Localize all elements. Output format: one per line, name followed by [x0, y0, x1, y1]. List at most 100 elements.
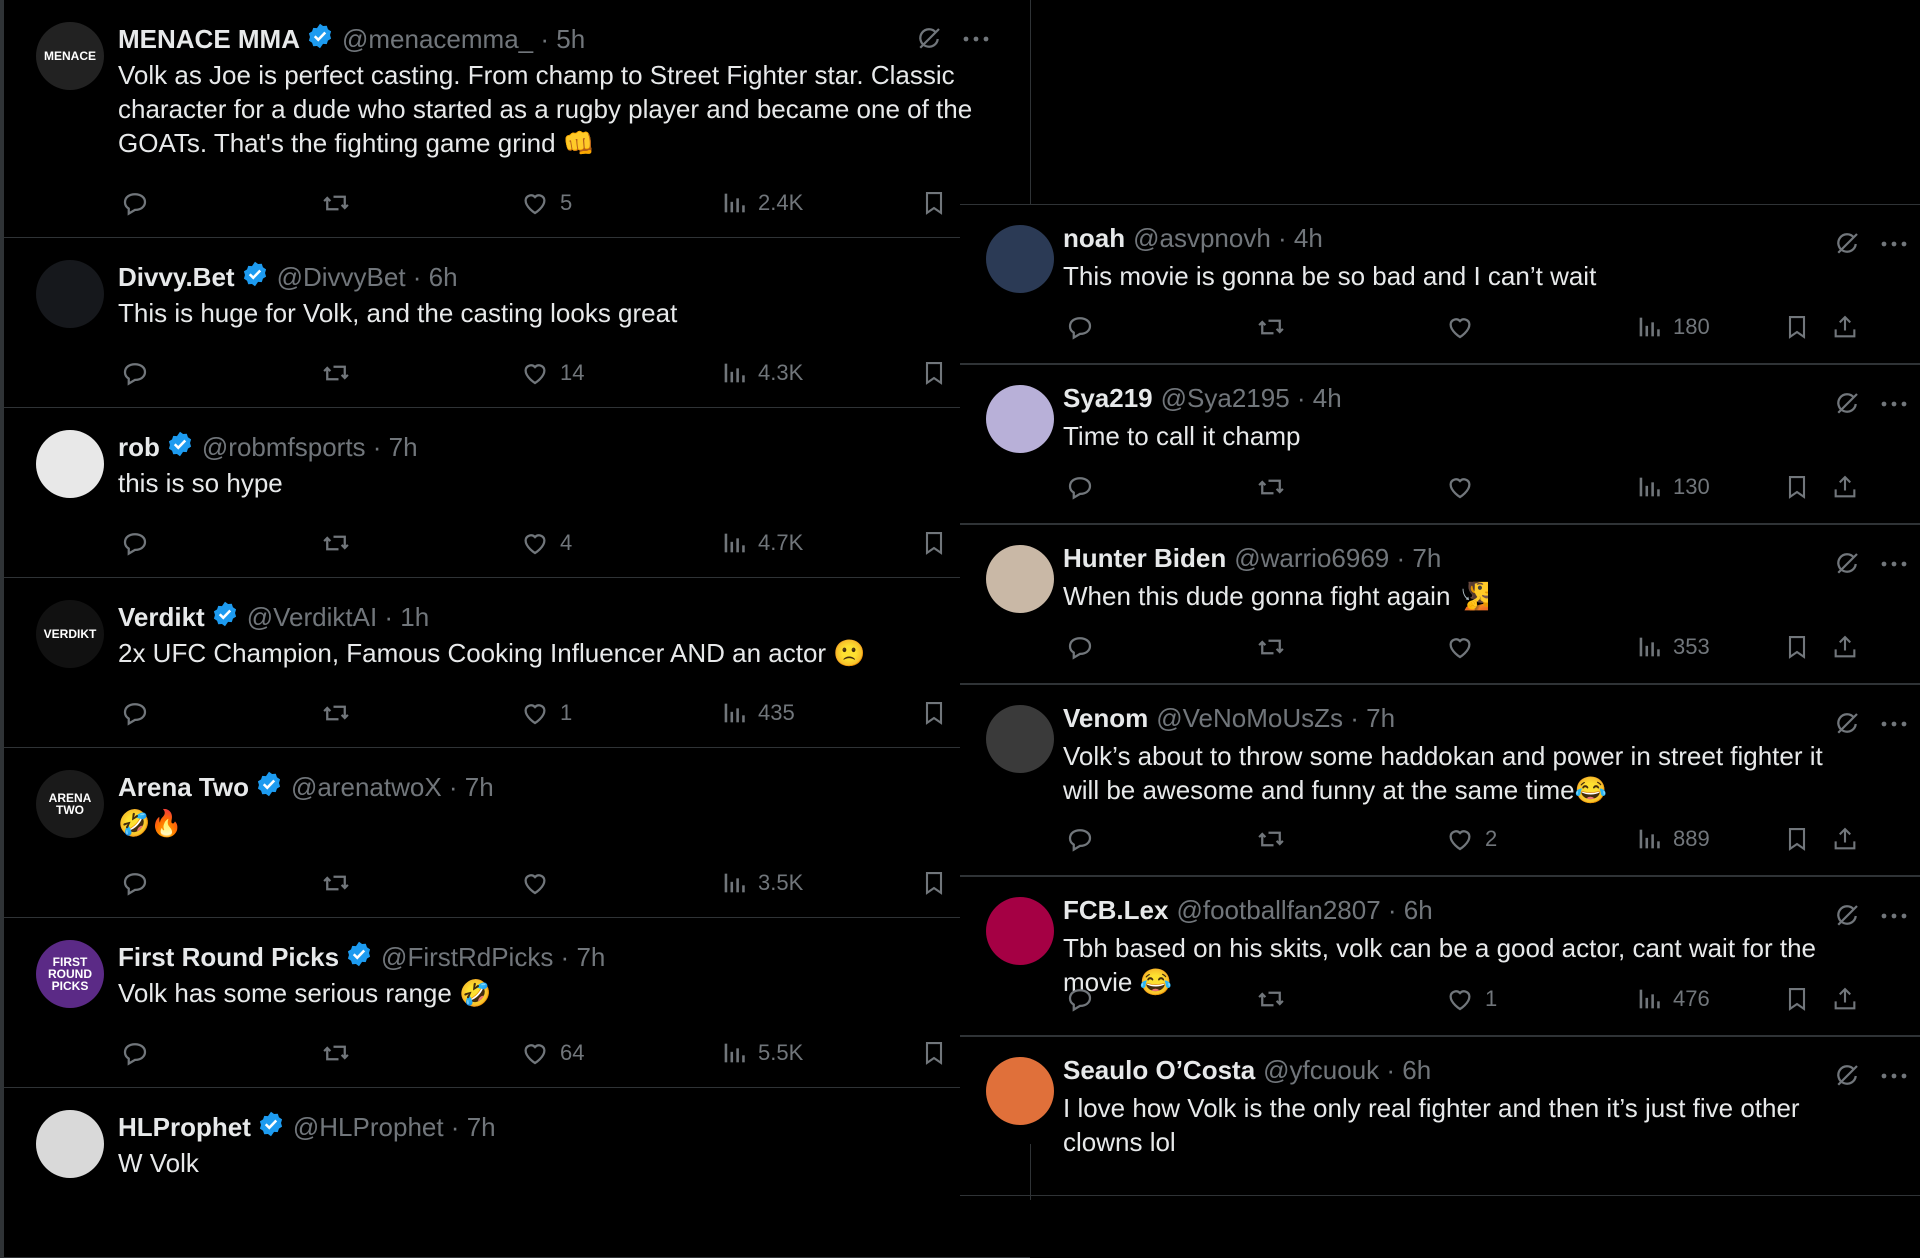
avatar[interactable] — [36, 260, 104, 328]
display-name[interactable]: FCB.Lex — [1063, 895, 1168, 926]
tweet[interactable]: Venom @VeNoMoUsZs · 7h Volk’s about to thr… — [960, 684, 1920, 876]
display-name[interactable]: MENACE MMA — [118, 24, 300, 55]
like-button[interactable]: 5 — [520, 185, 572, 221]
retweet-button[interactable] — [1255, 821, 1287, 857]
tweet[interactable]: FCB.Lex @footballfan2807 · 6h Tbh based on… — [960, 876, 1920, 1036]
share-button[interactable] — [1831, 981, 1859, 1017]
avatar[interactable]: FIRST ROUND PICKS — [36, 940, 104, 1008]
more-options-icon[interactable] — [962, 35, 990, 43]
grok-icon[interactable] — [1832, 229, 1862, 259]
more-options-icon[interactable] — [1880, 240, 1908, 248]
handle-and-time[interactable]: @VeNoMoUsZs · 7h — [1156, 703, 1395, 734]
display-name[interactable]: rob — [118, 432, 160, 463]
bookmark-button[interactable] — [920, 525, 948, 561]
tweet[interactable]: VERDIKT Verdikt @VerdiktAI · 1h 2x UFC Cham… — [0, 578, 1030, 748]
grok-icon[interactable] — [914, 24, 944, 54]
avatar[interactable]: ARENA TWO — [36, 770, 104, 838]
display-name[interactable]: Verdikt — [118, 602, 205, 633]
handle-and-time[interactable]: @HLProphet · 7h — [293, 1112, 496, 1143]
retweet-button[interactable] — [320, 525, 352, 561]
display-name[interactable]: noah — [1063, 223, 1125, 254]
retweet-button[interactable] — [1255, 309, 1287, 345]
avatar[interactable] — [36, 1110, 104, 1178]
grok-icon[interactable] — [1832, 389, 1862, 419]
tweet[interactable]: Divvy.Bet @DivvyBet · 6h This is huge for … — [0, 238, 1030, 408]
bookmark-button[interactable] — [920, 185, 948, 221]
handle-and-time[interactable]: @asvpnovh · 4h — [1133, 223, 1323, 254]
reply-button[interactable] — [1065, 309, 1095, 345]
bookmark-button[interactable] — [1783, 469, 1811, 505]
retweet-button[interactable] — [1255, 469, 1287, 505]
tweet[interactable]: noah @asvpnovh · 4h This movie is gonna be… — [960, 204, 1920, 364]
handle-and-time[interactable]: @Sya2195 · 4h — [1161, 383, 1342, 414]
bookmark-button[interactable] — [920, 865, 948, 901]
tweet[interactable]: Sya219 @Sya2195 · 4h Time to call it champ… — [960, 364, 1920, 524]
handle-and-time[interactable]: @menacemma_ · 5h — [342, 24, 585, 55]
avatar[interactable] — [986, 897, 1054, 965]
retweet-button[interactable] — [320, 865, 352, 901]
handle-and-time[interactable]: @footballfan2807 · 6h — [1176, 895, 1432, 926]
like-button[interactable] — [1445, 629, 1475, 665]
reply-button[interactable] — [1065, 981, 1095, 1017]
avatar[interactable] — [986, 545, 1054, 613]
tweet[interactable]: MENACE MENACE MMA @menacemma_ · 5h Volk as … — [0, 0, 1030, 238]
grok-icon[interactable] — [1832, 901, 1862, 931]
tweet[interactable]: FIRST ROUND PICKS First Round Picks @First… — [0, 918, 1030, 1088]
views-button[interactable]: 3.5K — [720, 865, 803, 901]
like-button[interactable]: 1 — [1445, 981, 1497, 1017]
reply-button[interactable] — [120, 695, 150, 731]
avatar[interactable] — [986, 705, 1054, 773]
avatar[interactable] — [986, 225, 1054, 293]
display-name[interactable]: HLProphet — [118, 1112, 251, 1143]
more-options-icon[interactable] — [1880, 400, 1908, 408]
handle-and-time[interactable]: @robmfsports · 7h — [202, 432, 418, 463]
retweet-button[interactable] — [1255, 981, 1287, 1017]
handle-and-time[interactable]: @VerdiktAI · 1h — [247, 602, 429, 633]
retweet-button[interactable] — [320, 695, 352, 731]
tweet[interactable]: rob @robmfsports · 7h this is so hype 4 4.7K — [0, 408, 1030, 578]
bookmark-button[interactable] — [1783, 309, 1811, 345]
tweet[interactable]: HLProphet @HLProphet · 7h W Volk — [0, 1088, 1030, 1258]
tweet[interactable]: Seaulo O’Costa @yfcuouk · 6h I love how Vo… — [960, 1036, 1920, 1196]
bookmark-button[interactable] — [1783, 629, 1811, 665]
reply-button[interactable] — [120, 525, 150, 561]
retweet-button[interactable] — [320, 185, 352, 221]
avatar[interactable] — [986, 385, 1054, 453]
reply-button[interactable] — [1065, 629, 1095, 665]
reply-button[interactable] — [120, 865, 150, 901]
reply-button[interactable] — [120, 355, 150, 391]
like-button[interactable]: 14 — [520, 355, 584, 391]
views-button[interactable]: 130 — [1635, 469, 1710, 505]
views-button[interactable]: 435 — [720, 695, 795, 731]
display-name[interactable]: Hunter Biden — [1063, 543, 1226, 574]
share-button[interactable] — [1831, 629, 1859, 665]
views-button[interactable]: 4.7K — [720, 525, 803, 561]
reply-button[interactable] — [120, 1035, 150, 1071]
avatar[interactable]: VERDIKT — [36, 600, 104, 668]
handle-and-time[interactable]: @DivvyBet · 6h — [277, 262, 458, 293]
share-button[interactable] — [1831, 821, 1859, 857]
like-button[interactable]: 1 — [520, 695, 572, 731]
more-options-icon[interactable] — [1880, 912, 1908, 920]
display-name[interactable]: First Round Picks — [118, 942, 339, 973]
views-button[interactable]: 2.4K — [720, 185, 803, 221]
retweet-button[interactable] — [320, 355, 352, 391]
handle-and-time[interactable]: @yfcuouk · 6h — [1263, 1055, 1431, 1086]
retweet-button[interactable] — [1255, 629, 1287, 665]
more-options-icon[interactable] — [1880, 720, 1908, 728]
views-button[interactable]: 889 — [1635, 821, 1710, 857]
bookmark-button[interactable] — [1783, 821, 1811, 857]
views-button[interactable]: 353 — [1635, 629, 1710, 665]
bookmark-button[interactable] — [920, 695, 948, 731]
more-options-icon[interactable] — [1880, 1072, 1908, 1080]
like-button[interactable]: 2 — [1445, 821, 1497, 857]
grok-icon[interactable] — [1832, 709, 1862, 739]
bookmark-button[interactable] — [920, 1035, 948, 1071]
avatar[interactable]: MENACE — [36, 22, 104, 90]
reply-button[interactable] — [1065, 821, 1095, 857]
display-name[interactable]: Arena Two — [118, 772, 249, 803]
retweet-button[interactable] — [320, 1035, 352, 1071]
more-options-icon[interactable] — [1880, 560, 1908, 568]
like-button[interactable]: 4 — [520, 525, 572, 561]
handle-and-time[interactable]: @warrio6969 · 7h — [1234, 543, 1441, 574]
